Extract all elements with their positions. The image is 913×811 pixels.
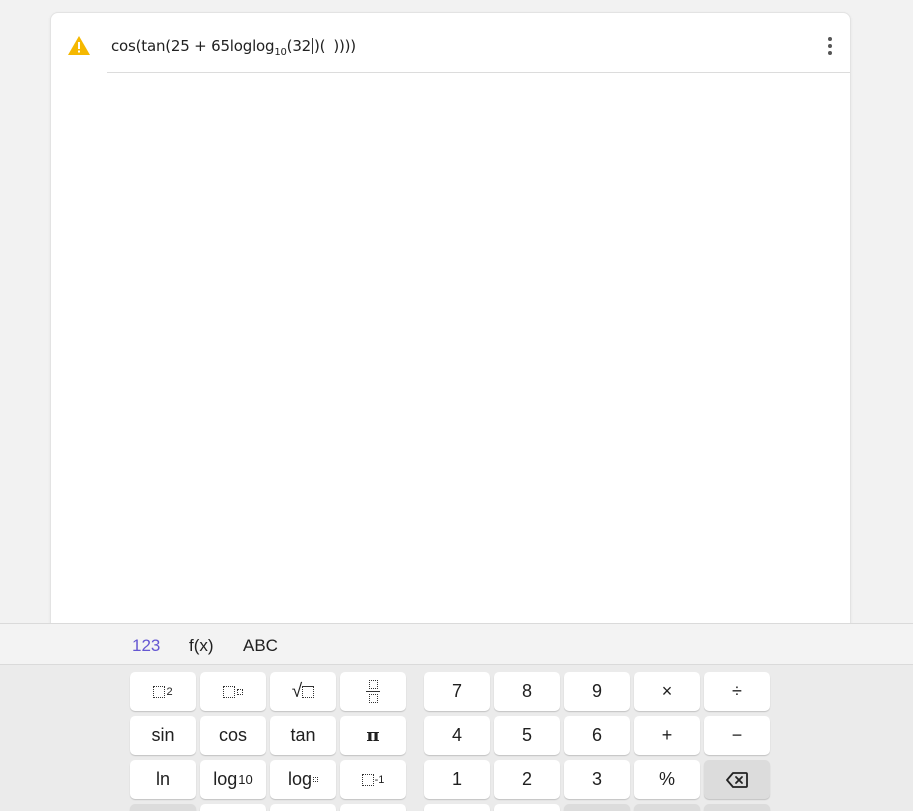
keyboard-key[interactable]	[340, 804, 406, 811]
keyboard-key[interactable]	[494, 804, 560, 811]
key-1[interactable]: 1	[424, 760, 490, 799]
key-4[interactable]: 4	[424, 716, 490, 755]
minus-key[interactable]: −	[704, 716, 770, 755]
key-6[interactable]: 6	[564, 716, 630, 755]
tab-abc[interactable]: ABC	[243, 636, 278, 656]
placeholder-icon	[223, 685, 235, 698]
power-key[interactable]	[200, 672, 266, 711]
base-placeholder-icon	[313, 777, 319, 782]
tab-123[interactable]: 123	[132, 636, 160, 656]
placeholder-icon	[153, 685, 166, 698]
key-5[interactable]: 5	[494, 716, 560, 755]
tab-fx[interactable]: f(x)	[189, 636, 214, 656]
formula-part: )(	[314, 37, 326, 55]
fraction-icon	[366, 679, 380, 704]
sqrt-key[interactable]: √	[270, 672, 336, 711]
sin-key[interactable]: sin	[130, 716, 196, 755]
backspace-key[interactable]	[704, 760, 770, 799]
ln-key[interactable]: ln	[130, 760, 196, 799]
percent-key[interactable]: %	[634, 760, 700, 799]
square-key[interactable]: 2	[130, 672, 196, 711]
key-9[interactable]: 9	[564, 672, 630, 711]
plus-key[interactable]: +	[634, 716, 700, 755]
formula-part: cos(tan(25 + 65loglog	[111, 37, 275, 55]
exponent-placeholder-icon	[237, 688, 243, 695]
formula-log-base: 10	[274, 47, 287, 58]
keyboard-key[interactable]	[424, 804, 490, 811]
cos-key[interactable]: cos	[200, 716, 266, 755]
keyboard-key[interactable]	[130, 804, 196, 811]
placeholder-icon	[302, 685, 315, 698]
key-2[interactable]: 2	[494, 760, 560, 799]
formula-part: (32	[286, 37, 312, 55]
tan-key[interactable]: tan	[270, 716, 336, 755]
log10-key[interactable]: log 10	[200, 760, 266, 799]
inverse-key[interactable]: -1	[340, 760, 406, 799]
algebra-input-row[interactable]: cos(tan(25 + 65loglog10(32)())))	[51, 13, 850, 73]
virtual-keyboard: 2 √ 7 8 9 × ÷ sin cos tan π 4 5 6 + − ln…	[0, 665, 913, 811]
log-base-key[interactable]: log	[270, 760, 336, 799]
keyboard-key[interactable]	[270, 804, 336, 811]
keyboard-tab-bar: 123 f(x) ABC	[0, 623, 913, 665]
more-menu-icon[interactable]	[820, 33, 840, 59]
keyboard-key[interactable]	[564, 804, 630, 811]
keyboard-key[interactable]	[200, 804, 266, 811]
formula-part: ))))	[333, 37, 356, 55]
keyboard-key[interactable]	[704, 804, 770, 811]
algebra-view: cos(tan(25 + 65loglog10(32)())))	[50, 12, 851, 652]
pi-key[interactable]: π	[340, 716, 406, 755]
fraction-key[interactable]	[340, 672, 406, 711]
text-caret	[312, 38, 314, 54]
divide-key[interactable]: ÷	[704, 672, 770, 711]
formula-input[interactable]: cos(tan(25 + 65loglog10(32)())))	[111, 37, 356, 58]
multiply-key[interactable]: ×	[634, 672, 700, 711]
backspace-icon	[726, 771, 748, 788]
key-3[interactable]: 3	[564, 760, 630, 799]
warning-icon[interactable]	[67, 35, 91, 56]
key-7[interactable]: 7	[424, 672, 490, 711]
placeholder-icon	[361, 773, 374, 786]
input-divider	[107, 72, 850, 73]
keyboard-key[interactable]	[634, 804, 700, 811]
key-8[interactable]: 8	[494, 672, 560, 711]
